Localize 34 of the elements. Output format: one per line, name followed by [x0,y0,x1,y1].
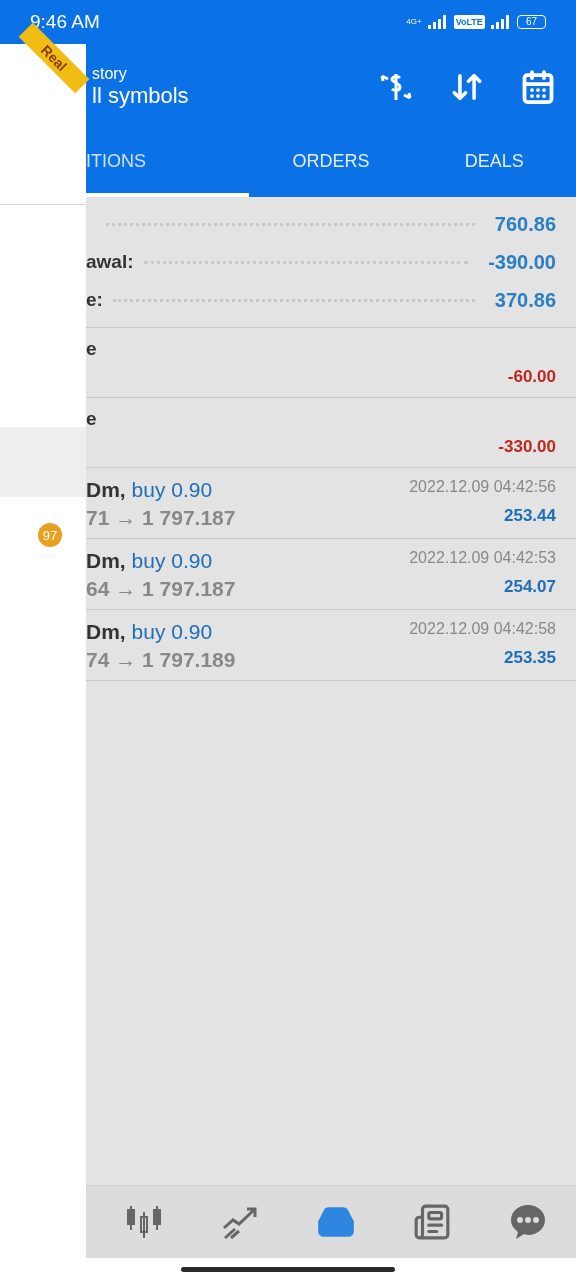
summary-label: e: [86,289,103,311]
deal-title: Dm, buy 0.90 [86,549,214,573]
balance-label: e [86,338,98,360]
tab[interactable]: ORDERS [249,130,413,197]
deal-prices: 71 → 1 797.187 [86,506,237,530]
deal-profit: 253.35 [503,648,556,669]
signal-icon [427,15,448,29]
battery-indicator: 67 [516,15,546,29]
deal-time: 2022.12.09 04:42:53 [409,549,556,568]
summary-value: -390.00 [488,250,556,274]
deal-title: Dm, buy 0.90 [86,478,214,502]
balance-label: e [86,408,98,430]
tab[interactable]: ITIONS [86,130,250,197]
volte-badge: VoLTE [453,15,485,29]
balance-amount: -330.00 [498,437,556,457]
calendar-icon[interactable] [520,69,556,105]
deal-title: Dm, buy 0.90 [86,620,214,644]
deal-prices: 64 → 1 797.187 [86,577,237,601]
deal-time: 2022.12.09 04:42:58 [409,620,556,639]
network-label: 4G+ [406,18,422,26]
summary-value: 370.86 [494,288,556,312]
home-indicator[interactable] [181,1266,395,1272]
deal-profit: 254.07 [503,577,556,598]
summary-value: 760.86 [494,212,556,236]
balance-amount: -60.00 [507,367,556,387]
signal-icon [490,15,511,29]
tab[interactable]: DEALS [412,130,576,197]
screen-title: story [92,65,128,83]
summary-label: awal: [86,251,134,273]
deal-time: 2022.12.09 04:42:56 [409,478,556,497]
count-badge: 97 [38,523,62,547]
symbol-filter[interactable]: ll symbols [92,83,189,109]
deal-profit: 253.44 [503,506,556,527]
deal-prices: 74 → 1 797.189 [86,648,237,672]
